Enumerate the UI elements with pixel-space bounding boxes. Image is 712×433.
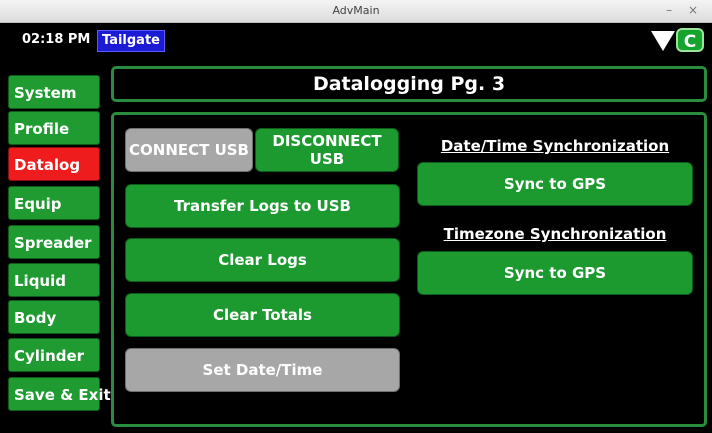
sidebar-item-spreader[interactable]: Spreader [8, 225, 100, 259]
clear-logs-button[interactable]: Clear Logs [125, 238, 400, 282]
sidebar-item-equip[interactable]: Equip [8, 186, 100, 220]
sidebar-item-liquid[interactable]: Liquid [8, 263, 100, 297]
datetime-sync-heading: Date/Time Synchronization [440, 137, 670, 155]
connect-usb-button[interactable]: CONNECT USB [125, 128, 253, 172]
mode-badge[interactable]: Tailgate [97, 30, 165, 52]
disconnect-usb-button[interactable]: DISCONNECT USB [255, 128, 399, 172]
window-title: AdvMain [332, 4, 380, 17]
c-button[interactable]: C [676, 28, 704, 52]
set-datetime-button[interactable]: Set Date/Time [125, 348, 400, 392]
timezone-sync-heading: Timezone Synchronization [443, 225, 667, 243]
signal-icon [651, 31, 675, 51]
datetime-sync-gps-button[interactable]: Sync to GPS [417, 162, 693, 206]
window-titlebar: AdvMain – × [0, 0, 712, 23]
clear-totals-button[interactable]: Clear Totals [125, 293, 400, 337]
transfer-logs-button[interactable]: Transfer Logs to USB [125, 184, 400, 228]
sidebar-item-cylinder[interactable]: Cylinder [8, 338, 100, 372]
sidebar-item-profile[interactable]: Profile [8, 111, 100, 145]
page-title: Datalogging Pg. 3 [111, 66, 707, 102]
window-controls[interactable]: – × [666, 3, 704, 17]
sidebar-item-body[interactable]: Body [8, 300, 100, 334]
status-bar: 02:18 PM Tailgate C [0, 23, 712, 59]
sidebar-item-system[interactable]: System [8, 75, 100, 109]
sidebar-item-datalog[interactable]: Datalog [8, 147, 100, 181]
sidebar-item-save-exit[interactable]: Save & Exit [8, 377, 111, 411]
main-panel: CONNECT USB DISCONNECT USB Transfer Logs… [111, 112, 707, 427]
clock: 02:18 PM [22, 32, 91, 47]
timezone-sync-gps-button[interactable]: Sync to GPS [417, 251, 693, 295]
